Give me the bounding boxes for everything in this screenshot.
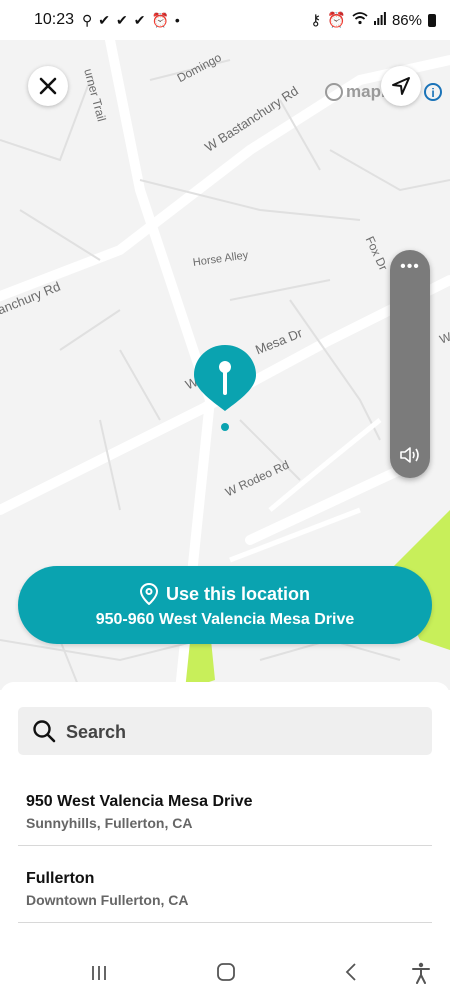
recenter-button[interactable] — [381, 66, 421, 106]
use-location-button[interactable]: Use this location 950-960 West Valencia … — [18, 566, 432, 644]
navigation-arrow-icon — [392, 77, 410, 95]
search-result-item[interactable]: 950 West Valencia Mesa Drive Sunnyhills,… — [18, 769, 432, 846]
close-button[interactable] — [28, 66, 68, 106]
home-button[interactable] — [216, 962, 236, 988]
volume-button[interactable] — [390, 444, 430, 470]
use-location-label: Use this location — [165, 583, 311, 604]
system-nav-bar — [0, 950, 450, 1000]
search-icon — [33, 720, 56, 743]
signal-icon — [373, 11, 386, 29]
key-icon: ⚷ — [310, 12, 322, 29]
location-icon: ⚲ — [82, 12, 93, 28]
close-icon — [39, 77, 57, 95]
location-pin-icon — [139, 583, 158, 605]
volume-icon — [400, 447, 419, 463]
map-pin-icon — [194, 345, 256, 431]
search-result-item[interactable]: Fullerton Downtown Fullerton, CA — [18, 846, 432, 923]
selected-address: 950-960 West Valencia Mesa Drive — [95, 611, 355, 628]
recent-apps-icon — [92, 966, 106, 980]
more-options-icon[interactable]: ••• — [390, 258, 430, 276]
check-icon: ✔ — [98, 12, 110, 28]
location-pin[interactable] — [194, 345, 256, 440]
search-input[interactable]: Search — [18, 707, 432, 755]
alarm-icon: ⏰ — [327, 12, 346, 29]
notification-icons: ⚲ ✔ ✔ ✔ ⏰ • — [82, 12, 180, 29]
recent-apps-button[interactable] — [90, 962, 108, 988]
accessibility-button[interactable] — [411, 962, 431, 990]
dot-icon: • — [174, 12, 180, 28]
result-title: Fullerton — [26, 870, 95, 887]
check-icon: ✔ — [133, 12, 146, 28]
back-icon — [345, 963, 356, 981]
status-bar: 10:23 ⚲ ✔ ✔ ✔ ⏰ • ⚷ ⏰ 86% — [0, 0, 450, 40]
home-icon — [217, 963, 235, 981]
search-placeholder: Search — [66, 722, 127, 742]
wifi-icon — [352, 11, 368, 29]
result-subtitle: Sunnyhills, Fullerton, CA — [26, 815, 193, 831]
status-time: 10:23 — [34, 11, 75, 28]
accessibility-icon — [412, 962, 430, 984]
check-icon: ✔ — [116, 12, 128, 28]
result-subtitle: Downtown Fullerton, CA — [26, 892, 189, 908]
floating-side-panel[interactable]: ••• — [390, 250, 430, 478]
info-icon[interactable]: i — [424, 83, 442, 101]
battery-percent: 86% — [391, 11, 422, 29]
use-location-title-row: Use this location — [18, 583, 432, 605]
back-button[interactable] — [344, 962, 358, 988]
alarm-icon: ⏰ — [151, 12, 169, 28]
result-title: 950 West Valencia Mesa Drive — [26, 793, 253, 810]
system-icons: ⚷ ⏰ 86% — [310, 11, 436, 29]
mapbox-logo-icon — [325, 83, 343, 101]
battery-icon — [428, 13, 436, 27]
